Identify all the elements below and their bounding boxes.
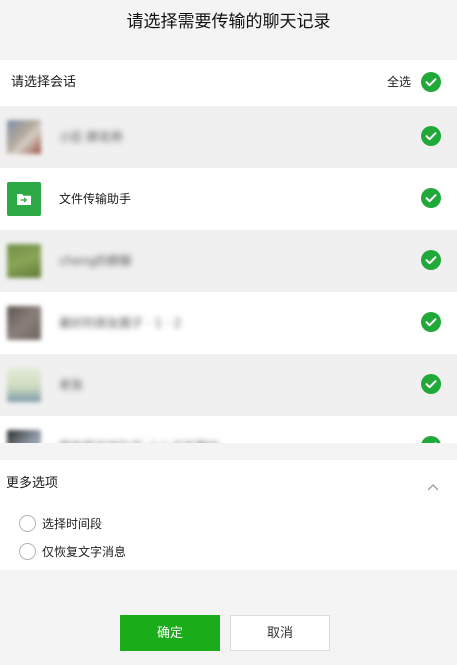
select-all-check-icon[interactable]: [421, 72, 441, 92]
option-label: 选择时间段: [42, 516, 103, 531]
radio-icon[interactable]: [19, 514, 36, 532]
photo-avatar-icon: [7, 430, 41, 443]
conversation-row[interactable]: 最好的朋友圈子 · 1 · 2: [0, 292, 457, 354]
check-icon[interactable]: [421, 250, 441, 270]
option-time-range[interactable]: 选择时间段: [19, 514, 102, 532]
check-icon[interactable]: [421, 374, 441, 394]
conversation-name: 小区·群名称: [59, 130, 123, 144]
conversation-row[interactable]: 文件传输助手: [0, 168, 457, 230]
dialog-title: 请选择需要传输的聊天记录: [126, 12, 331, 32]
check-icon[interactable]: [421, 312, 441, 332]
conversation-name: 文件传输助手: [59, 192, 132, 206]
conversation-name: cheng的群聊: [59, 254, 132, 268]
cancel-button[interactable]: 取消: [230, 615, 330, 651]
select-conversation-header: 请选择会话 全选: [0, 60, 457, 106]
conversation-name: 那年那天的队伍·小心点不要怕: [59, 416, 219, 443]
select-all-label[interactable]: 全选: [387, 60, 411, 104]
photo-avatar-icon: [7, 120, 41, 154]
photo-avatar-icon: [7, 306, 41, 340]
chevron-up-icon[interactable]: [427, 476, 439, 495]
more-options-panel: 更多选项 选择时间段 仅恢复文字消息: [0, 460, 457, 570]
option-label: 仅恢复文字消息: [42, 544, 127, 559]
photo-avatar-icon: [7, 368, 41, 402]
conversation-name: 老张: [59, 378, 84, 392]
radio-icon[interactable]: [19, 542, 36, 560]
conversation-row[interactable]: 小区·群名称: [0, 106, 457, 168]
photo-avatar-icon: [7, 244, 41, 278]
confirm-button[interactable]: 确定: [120, 615, 220, 651]
conversation-row[interactable]: 老张: [0, 354, 457, 416]
conversation-row[interactable]: cheng的群聊: [0, 230, 457, 292]
conversation-name: 最好的朋友圈子 · 1 · 2: [59, 316, 182, 330]
more-options-title[interactable]: 更多选项: [6, 472, 58, 491]
conversation-row[interactable]: 那年那天的队伍·小心点不要怕: [0, 416, 457, 443]
check-icon[interactable]: [421, 126, 441, 146]
conversation-list[interactable]: 小区·群名称 文件传输助手 cheng的群聊 最好的朋友圈子 · 1 · 2 老…: [0, 106, 457, 443]
check-icon[interactable]: [421, 436, 441, 443]
header-label: 请选择会话: [11, 75, 77, 90]
check-icon[interactable]: [421, 188, 441, 208]
file-transfer-icon: [7, 182, 41, 216]
option-text-only[interactable]: 仅恢复文字消息: [19, 542, 126, 560]
